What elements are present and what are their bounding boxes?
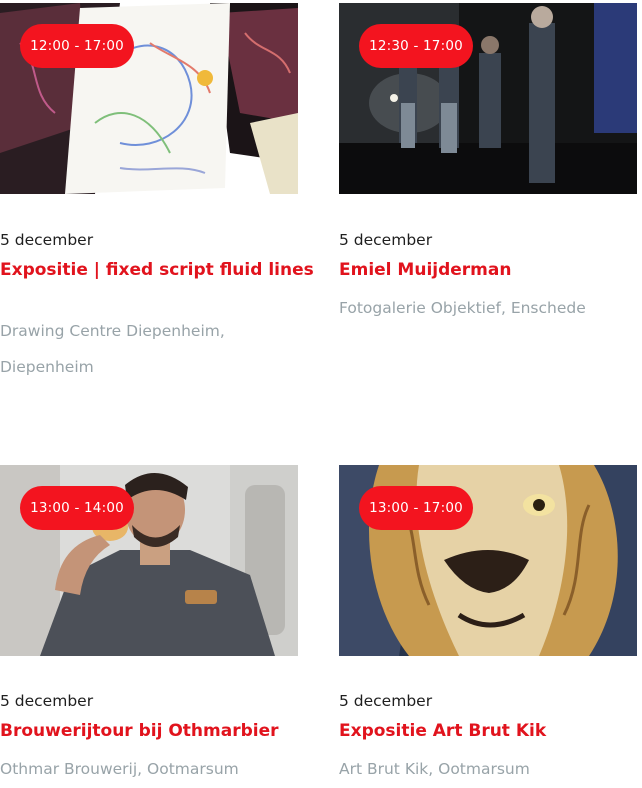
event-image-link[interactable]: 12:30 - 17:00: [339, 3, 637, 194]
event-location: Drawing Centre Diepenheim,: [0, 322, 225, 340]
event-image-link[interactable]: 12:00 - 17:00: [0, 3, 298, 194]
event-date: 5 december: [0, 692, 94, 710]
event-location: Othmar Brouwerij, Ootmarsum: [0, 760, 239, 778]
event-date: 5 december: [339, 231, 433, 249]
event-date: 5 december: [0, 231, 94, 249]
event-image-link[interactable]: 13:00 - 17:00: [339, 465, 637, 656]
event-title-link[interactable]: Expositie | fixed script fluid lines: [0, 260, 314, 280]
event-card: 13:00 - 14:00 5 december Brouwerijtour b…: [0, 465, 298, 778]
event-time-badge: 12:00 - 17:00: [20, 24, 134, 68]
event-location: Art Brut Kik, Ootmarsum: [339, 760, 530, 778]
event-location: Fotogalerie Objektief, Enschede: [339, 299, 586, 317]
event-date: 5 december: [339, 692, 433, 710]
event-card: 12:30 - 17:00 5 december Emiel Muijderma…: [339, 3, 637, 317]
event-card: 12:00 - 17:00 5 december Expositie | fix…: [0, 3, 314, 376]
event-title-link[interactable]: Emiel Muijderman: [339, 260, 511, 280]
event-time-badge: 13:00 - 17:00: [359, 486, 473, 530]
event-title-link[interactable]: Expositie Art Brut Kik: [339, 721, 546, 741]
event-card: 13:00 - 17:00 5 december Expositie Art B…: [339, 465, 637, 778]
event-time-badge: 12:30 - 17:00: [359, 24, 473, 68]
event-image-link[interactable]: 13:00 - 14:00: [0, 465, 298, 656]
event-title-link[interactable]: Brouwerijtour bij Othmarbier: [0, 721, 279, 741]
event-location-line2: Diepenheim: [0, 358, 94, 376]
event-time-badge: 13:00 - 14:00: [20, 486, 134, 530]
